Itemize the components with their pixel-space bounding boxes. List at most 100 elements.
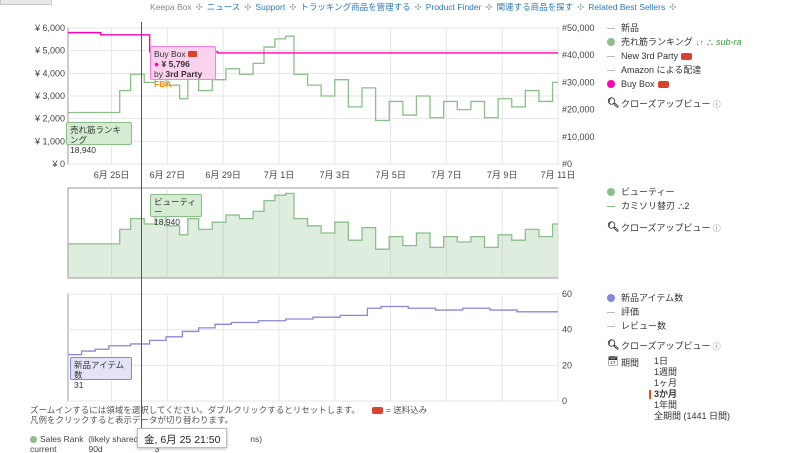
legend-price: 新品 売れ筋ランキング ↓↑ ⛬ sub-ra New 3rd Party Amazo… (607, 22, 800, 112)
offers-tooltip: 新品アイテム数 31 (70, 357, 132, 390)
selected-indicator (649, 390, 651, 399)
x-tick-label: 6月 29日 (205, 170, 241, 180)
sort-icon[interactable]: ↓↑ (696, 38, 704, 47)
tooltip-seller-name: 3rd Party (165, 69, 203, 79)
tooltip-title: 新品アイテム数 (74, 360, 125, 380)
legend-label: レビュー数 (621, 321, 667, 331)
crosshair-line (141, 22, 142, 434)
tooltip-title: Buy Box (154, 49, 212, 59)
rank-tooltip: 売れ筋ランキング 18,940 (66, 122, 132, 155)
legend-swatch (607, 80, 615, 88)
tooltip-price: ● ¥ 5,796 (154, 59, 212, 69)
right-axis-labels: 0204060 (562, 289, 572, 406)
y-tick-label: ¥ 0 (51, 159, 65, 169)
tooltip-title: 売れ筋ランキング (70, 125, 122, 145)
info-icon[interactable]: ⓘ (713, 224, 721, 233)
date-tooltip: 金, 6月 25 21:50 (137, 428, 228, 448)
tooltip-fba: FBA (154, 79, 172, 89)
y-right-tick-label: 40 (562, 325, 572, 335)
legend-label: クローズアップビュー ⓘ (621, 340, 721, 353)
period-option-1d[interactable]: 1日 (654, 356, 668, 367)
legend-text: カミソリ替刃 (621, 201, 676, 211)
nav-link-related-products[interactable]: 関連する商品を探す (497, 2, 574, 12)
legend-swatch (607, 326, 615, 327)
legend-offers: 新品アイテム数 評価 レビュー数 🔍︎ クローズアップビュー ⓘ (607, 292, 797, 354)
legend-label: クローズアップビュー ⓘ (621, 98, 721, 111)
legend-swatch (607, 294, 615, 302)
browser-tab-stub[interactable] (0, 0, 52, 5)
y-right-tick-label: 60 (562, 289, 572, 299)
buybox-tooltip: Buy Box ● ¥ 5,796 by 3rd Party FBA (150, 46, 216, 89)
legend-label: New 3rd Party (621, 50, 693, 62)
closeup-text: クローズアップビュー (621, 341, 711, 351)
tooltip-value: 18,940 (154, 217, 180, 227)
x-tick-label: 6月 25日 (94, 170, 130, 180)
tooltip-title: ビューティー (154, 197, 196, 217)
magnifier-icon: 🔍︎ (607, 222, 620, 233)
nav-brand[interactable]: Keepa Box (150, 2, 192, 12)
legend-label: 売れ筋ランキング ↓↑ ⛬ sub-ra (621, 36, 742, 49)
legend-swatch (607, 28, 615, 29)
sub-rank-link[interactable]: sub-ra (716, 37, 742, 47)
nav-separator: ✣ (244, 2, 252, 12)
closeup-text: クローズアップビュー (621, 99, 711, 109)
legend-label: 新品 (621, 23, 640, 33)
y-right-tick-label: #40,000 (562, 50, 595, 60)
period-option-all[interactable]: 全期間 (1441 日間) (654, 411, 730, 422)
current-label: current (30, 444, 57, 453)
info-icon[interactable]: ⓘ (713, 342, 721, 351)
nav-link-support[interactable]: Support (255, 2, 285, 12)
tooltip-seller: by 3rd Party FBA (154, 69, 212, 89)
y-right-tick-label: #0 (562, 159, 572, 169)
y-right-tick-label: #20,000 (562, 105, 595, 115)
nav-links: Keepa Box ✣ ニュース ✣ Support ✣ トラッキング商品を管理する ✣ Pro… (150, 0, 680, 14)
period-option-3m[interactable]: 3か月 (649, 389, 677, 400)
legend-text: 売れ筋ランキング (621, 37, 693, 47)
nav-separator: ✣ (289, 2, 297, 12)
footer-line-1: ズームインするには領域を選択してください。ダブルクリックするとリセットします。 =… (30, 405, 590, 415)
y-right-tick-label: #10,000 (562, 132, 595, 142)
tooltip-value: 18,940 (70, 145, 96, 155)
magnifier-icon: 🔍︎ (607, 340, 620, 351)
y-right-tick-label: #30,000 (562, 77, 595, 87)
period-selector: 📅︎ 期間 1日 1週間 1ヶ月 3か月 1年間 全期間 (1441 日間) (607, 356, 797, 422)
legend-text: Buy Box (621, 79, 655, 89)
nav-separator: ✣ (577, 2, 585, 12)
legend-swatch (607, 70, 615, 71)
shipping-truck-icon (657, 81, 669, 88)
x-tick-label: 7月 7日 (431, 170, 462, 180)
shipping-note: = 送料込み (385, 405, 428, 415)
shipping-truck-icon (371, 407, 383, 414)
zoom-hint: ズームインするには領域を選択してください。ダブルクリックするとリセットします。 (30, 405, 360, 415)
legend-hint: 凡例をクリックすると表示データが切り替わります。 (30, 415, 234, 425)
tooltip-title-text: Buy Box (154, 49, 186, 59)
y-right-tick-label: #50,000 (562, 23, 595, 33)
nav-link-tracking[interactable]: トラッキング商品を管理する (300, 2, 410, 12)
legend-label: Buy Box (621, 78, 669, 90)
sales-rank-dot (30, 436, 37, 443)
nav-link-product-finder[interactable]: Product Finder (426, 2, 482, 12)
period-option-1y[interactable]: 1年間 (654, 400, 677, 411)
current-90d: 90d (88, 444, 103, 453)
legend-text: New 3rd Party (621, 51, 679, 61)
x-tick-label: 7月 11日 (541, 170, 576, 180)
shipping-truck-icon (681, 53, 693, 60)
tooltip-by: by (154, 69, 163, 79)
x-tick-label: 7月 1日 (264, 170, 295, 180)
period-title: 期間 (621, 358, 640, 368)
info-icon[interactable]: ⓘ (713, 100, 721, 109)
y-tick-label: ¥ 2,000 (34, 114, 65, 124)
legend-category: ビューティー カミソリ替刃 ⛬2 🔍︎ クローズアップビュー ⓘ (607, 186, 797, 236)
nav-link-news[interactable]: ニュース (207, 2, 241, 12)
nav-link-best-sellers[interactable]: Related Best Sellers (588, 2, 665, 12)
legend-swatch (607, 312, 615, 313)
category-tree-icon: ⛬ (706, 37, 714, 47)
period-option-1m[interactable]: 1ヶ月 (654, 378, 677, 389)
legend-swatch (607, 56, 615, 57)
period-option-1w[interactable]: 1週間 (654, 367, 677, 378)
nav-separator: ✣ (669, 2, 677, 12)
stats-label: Sales Rank (40, 434, 84, 444)
x-tick-label: 7月 5日 (375, 170, 406, 180)
legend-label: 評価 (621, 307, 640, 317)
x-tick-label: 7月 9日 (487, 170, 518, 180)
